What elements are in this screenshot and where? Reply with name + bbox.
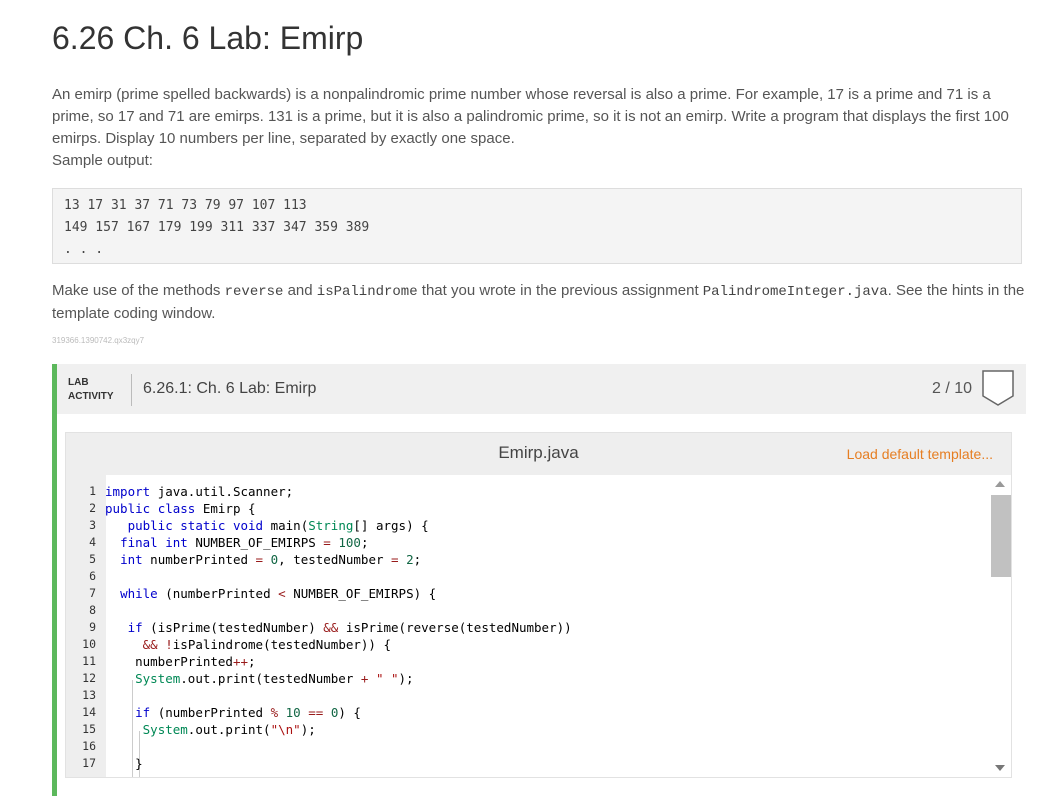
editor-scrollbar[interactable] [989,475,1011,777]
line-number: 12 [82,671,96,685]
hint-part-2: and [283,282,317,299]
hint-text: Make use of the methods reverse and isPa… [52,280,1027,325]
scroll-down-arrow-icon[interactable] [995,765,1005,771]
lab-activity-panel: LAB ACTIVITY 6.26.1: Ch. 6 Lab: Emirp 2 … [52,364,1026,796]
code-text[interactable]: int numberPrinted = 0, testedNumber = 2; [101,551,421,568]
lab-title: 6.26.1: Ch. 6 Lab: Emirp [143,380,317,397]
code-text[interactable]: if (numberPrinted % 10 == 0) { [101,704,361,721]
line-number: 1 [89,484,96,498]
code-text[interactable]: if (isPrime(testedNumber) && isPrime(rev… [101,619,572,636]
page-title: 6.26 Ch. 6 Lab: Emirp [52,20,364,56]
sample-line-1: 13 17 31 37 71 73 79 97 107 113 [64,198,307,213]
code-text[interactable]: while (numberPrinted < NUMBER_OF_EMIRPS)… [101,585,436,602]
code-text[interactable]: } [101,755,143,772]
editor-header: Emirp.java Load default template... [66,433,1011,475]
code-line[interactable]: 7 while (numberPrinted < NUMBER_OF_EMIRP… [66,585,986,602]
code-text[interactable]: import java.util.Scanner; [101,483,293,500]
hint-code-reverse: reverse [224,284,284,300]
code-line[interactable]: 8 [66,602,986,619]
line-number: 11 [82,654,96,668]
scrollbar-thumb[interactable] [991,495,1011,577]
line-number: 10 [82,637,96,651]
code-line[interactable]: 16 [66,738,986,755]
line-number: 8 [89,603,96,617]
code-text[interactable]: System.out.print(testedNumber + " "); [101,670,413,687]
lab-tag-line-2: ACTIVITY [68,391,114,402]
lab-body: Emirp.java Load default template... 1 imp… [57,414,1026,796]
line-number: 9 [89,620,96,634]
code-text[interactable]: numberPrinted++; [101,653,255,670]
line-number: 5 [89,552,96,566]
line-number: 3 [89,518,96,532]
code-line[interactable]: 3 public static void main(String[] args)… [66,517,986,534]
code-text[interactable]: public static void main(String[] args) { [101,517,429,534]
description-text: An emirp (prime spelled backwards) is a … [52,86,1009,147]
content-id: 319366.1390742.qx3zqy7 [52,336,145,345]
header-divider [131,374,132,406]
lab-score: 2 / 10 [931,380,972,397]
hint-code-ispalindrome: isPalindrome [316,284,418,300]
code-line[interactable]: 17 } [66,755,986,772]
code-line[interactable]: 1 import java.util.Scanner; [66,483,986,500]
completion-badge-icon [982,370,1014,406]
code-lines[interactable]: 1 import java.util.Scanner; 2 public class … [66,483,986,772]
hint-code-filename: PalindromeInteger.java [702,284,888,300]
code-line[interactable]: 12 System.out.print(testedNumber + " "); [66,670,986,687]
lab-tag-line-1: LAB [68,377,89,388]
line-number: 2 [89,501,96,515]
code-line[interactable]: 4 final int NUMBER_OF_EMIRPS = 100; [66,534,986,551]
code-text[interactable]: System.out.print("\n"); [101,721,316,738]
code-line[interactable]: 14 if (numberPrinted % 10 == 0) { [66,704,986,721]
code-text[interactable]: public class Emirp { [101,500,256,517]
code-line[interactable]: 10 && !isPalindrome(testedNumber)) { [66,636,986,653]
code-text[interactable]: final int NUMBER_OF_EMIRPS = 100; [101,534,368,551]
line-number: 13 [82,688,96,702]
line-number: 15 [82,722,96,736]
code-line[interactable]: 6 [66,568,986,585]
line-number: 17 [82,756,96,770]
lab-description: An emirp (prime spelled backwards) is a … [52,84,1027,172]
sample-output-label: Sample output: [52,152,153,169]
line-number: 16 [82,739,96,753]
code-line[interactable]: 11 numberPrinted++; [66,653,986,670]
code-line[interactable]: 15 System.out.print("\n"); [66,721,986,738]
code-line[interactable]: 2 public class Emirp { [66,500,986,517]
line-number: 7 [89,586,96,600]
code-line[interactable]: 5 int numberPrinted = 0, testedNumber = … [66,551,986,568]
code-text[interactable]: && !isPalindrome(testedNumber)) { [101,636,391,653]
hint-part-1: Make use of the methods [52,282,225,299]
lab-activity-tag: LAB ACTIVITY [68,376,114,404]
code-line[interactable]: 9 if (isPrime(testedNumber) && isPrime(r… [66,619,986,636]
hint-part-3: that you wrote in the previous assignmen… [417,282,703,299]
zybooks-page: 6.26 Ch. 6 Lab: Emirp An emirp (prime sp… [0,0,1060,796]
line-number: 6 [89,569,96,583]
code-editor: Emirp.java Load default template... 1 imp… [65,432,1012,778]
scroll-up-arrow-icon[interactable] [995,481,1005,487]
load-default-template-link[interactable]: Load default template... [847,446,993,462]
code-line[interactable]: 13 [66,687,986,704]
line-number: 4 [89,535,96,549]
sample-output-box: 13 17 31 37 71 73 79 97 107 113 149 157 … [52,188,1022,264]
line-number: 14 [82,705,96,719]
code-area[interactable]: 1 import java.util.Scanner; 2 public class … [66,475,1011,777]
lab-header: LAB ACTIVITY 6.26.1: Ch. 6 Lab: Emirp 2 … [57,364,1026,414]
sample-line-2: 149 157 167 179 199 311 337 347 359 389 [64,220,370,235]
sample-line-ellipsis: . . . [64,242,104,257]
